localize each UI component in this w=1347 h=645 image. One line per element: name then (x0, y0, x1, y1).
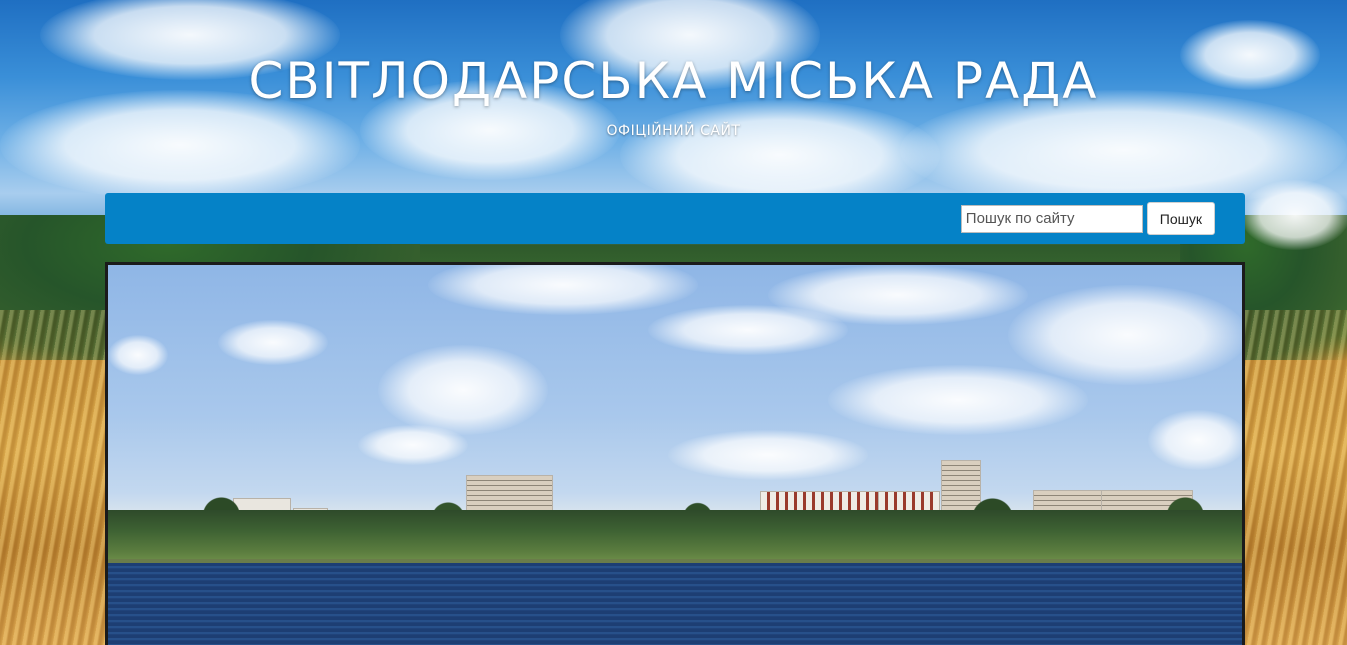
banner-cloud (828, 365, 1088, 435)
banner-cloud (218, 320, 328, 365)
site-title[interactable]: СВІТЛОДАРСЬКА МІСЬКА РАДА (0, 52, 1347, 110)
wheat-right (1245, 310, 1347, 645)
banner-cloud (108, 335, 168, 375)
banner-cloud (428, 265, 698, 315)
shoreline-greenery (108, 510, 1242, 562)
city-panorama-banner (105, 262, 1245, 645)
search-button[interactable]: Пошук (1146, 202, 1215, 235)
wheat-left (0, 310, 106, 645)
banner-cloud (1148, 410, 1242, 470)
banner-cloud (1008, 285, 1242, 385)
banner-cloud (378, 345, 548, 435)
banner-cloud (768, 265, 1028, 325)
site-subtitle: ОФІЦІЙНИЙ САЙТ (606, 123, 741, 139)
banner-cloud (358, 425, 468, 465)
search-form: Пошук (960, 202, 1215, 235)
river-water (108, 563, 1242, 645)
banner-cloud (668, 430, 868, 480)
search-input[interactable] (960, 204, 1143, 233)
background-cloud (1240, 180, 1347, 250)
navbar: Пошук (105, 193, 1245, 244)
